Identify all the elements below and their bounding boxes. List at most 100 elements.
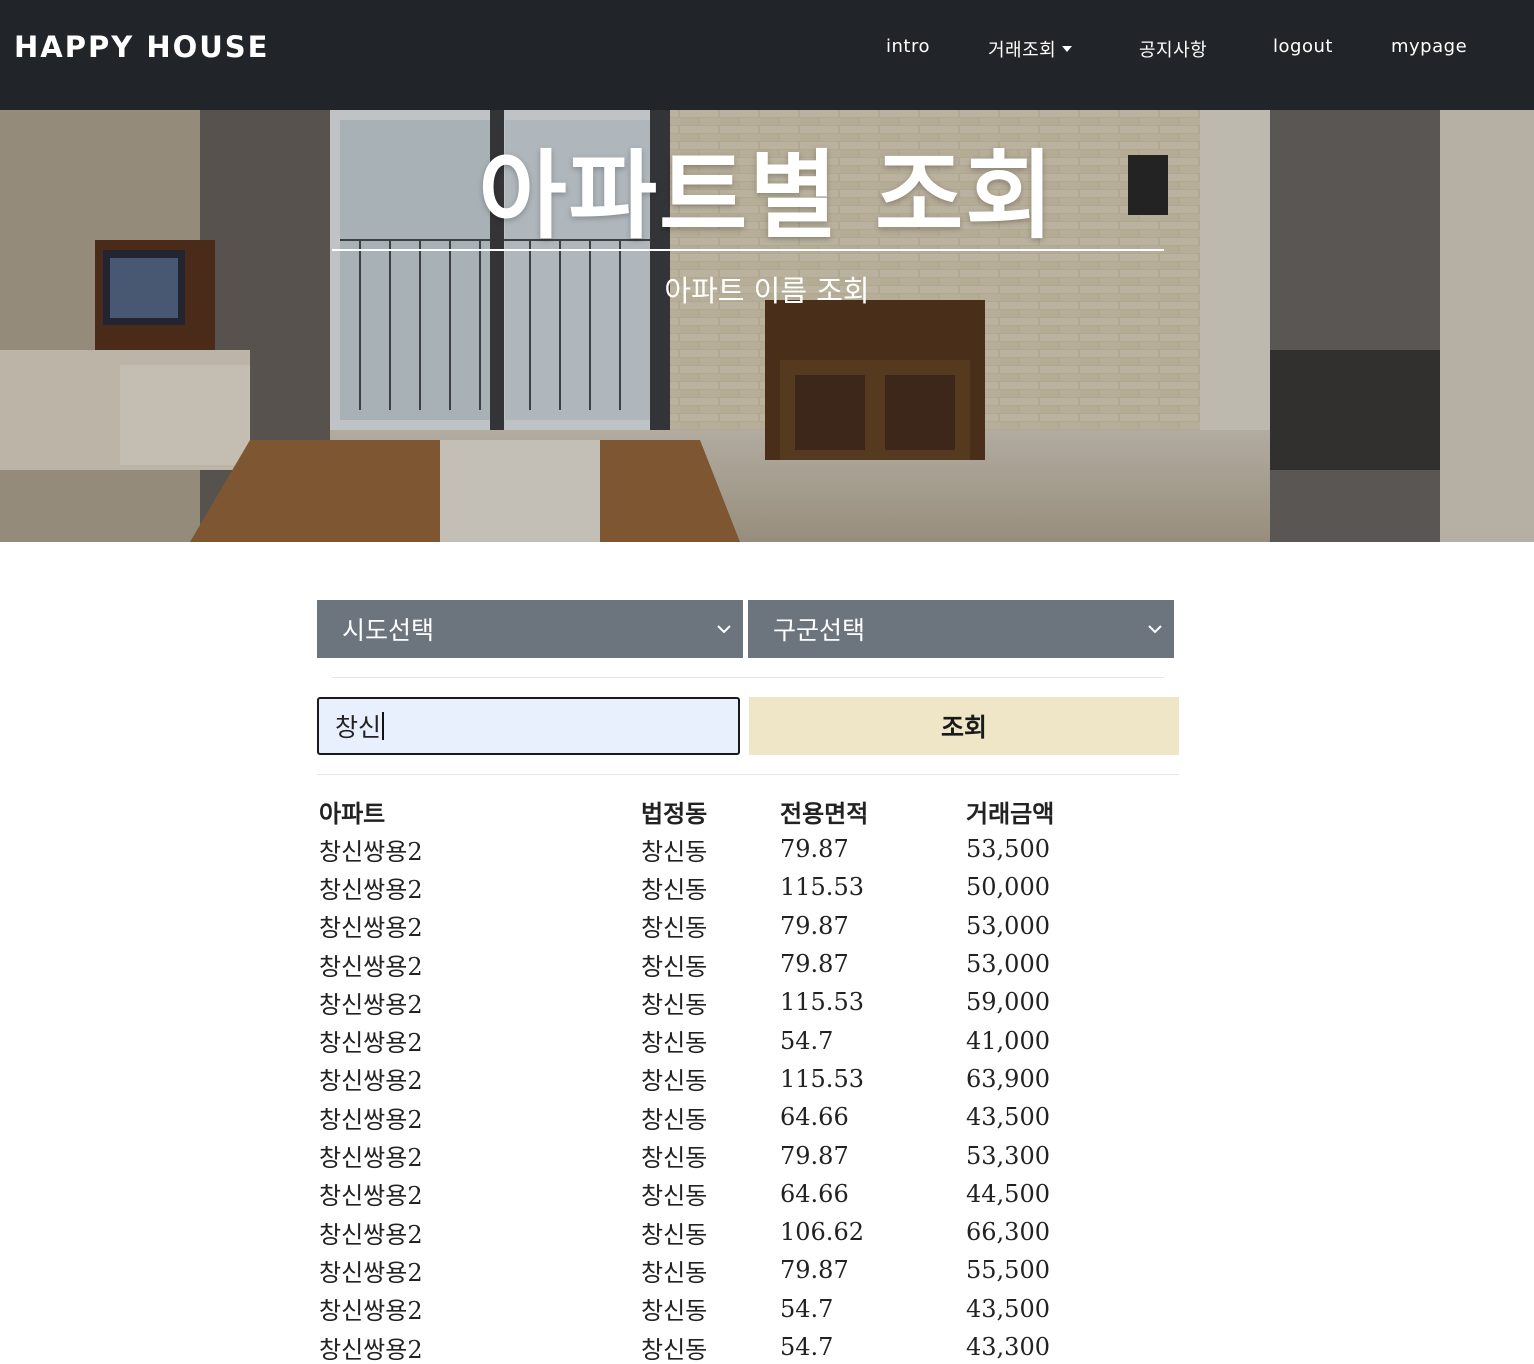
area-cell: 54.7 xyxy=(780,1333,834,1361)
table-row: 창신쌍용2 창신동 106.62 66,300 xyxy=(319,1213,1179,1251)
hero-divider xyxy=(332,249,1164,251)
divider xyxy=(332,677,1164,678)
apartment-search-input[interactable]: 창신 xyxy=(317,697,740,755)
apartment-name-cell: 창신쌍용2 xyxy=(319,1220,423,1249)
apartment-name-cell: 창신쌍용2 xyxy=(319,837,423,866)
page-title: 아파트별 조회 xyxy=(478,140,1056,252)
dong-cell: 창신동 xyxy=(641,837,708,866)
table-row: 창신쌍용2 창신동 79.87 53,000 xyxy=(319,907,1179,945)
area-cell: 79.87 xyxy=(780,1141,849,1170)
dong-cell: 창신동 xyxy=(641,1297,708,1326)
area-cell: 79.87 xyxy=(780,1256,849,1285)
table-row: 창신쌍용2 창신동 79.87 55,500 xyxy=(319,1251,1179,1289)
table-header: 아파트 법정동 전용면적 거래금액 xyxy=(319,792,1179,830)
results-table: 아파트 법정동 전용면적 거래금액 창신쌍용2 창신동 79.87 53,500 창신쌍… xyxy=(319,792,1179,1364)
dong-cell: 창신동 xyxy=(641,1258,708,1287)
apartment-name-cell: 창신쌍용2 xyxy=(319,914,423,943)
search-input-value: 창신 xyxy=(335,713,382,742)
price-cell: 53,500 xyxy=(966,835,1050,864)
table-row: 창신쌍용2 창신동 79.87 53,300 xyxy=(319,1136,1179,1174)
price-cell: 50,000 xyxy=(966,873,1050,902)
apartment-name-cell: 창신쌍용2 xyxy=(319,1029,423,1058)
price-cell: 44,500 xyxy=(966,1179,1050,1208)
dong-cell: 창신동 xyxy=(641,1029,708,1058)
dong-cell: 창신동 xyxy=(641,914,708,943)
text-cursor xyxy=(382,712,385,740)
area-cell: 54.7 xyxy=(780,1294,834,1323)
dong-cell: 창신동 xyxy=(641,1220,708,1249)
area-cell: 54.7 xyxy=(780,1026,834,1055)
price-cell: 66,300 xyxy=(966,1218,1050,1247)
dong-cell: 창신동 xyxy=(641,1144,708,1173)
dong-cell: 창신동 xyxy=(641,1335,708,1364)
table-row: 창신쌍용2 창신동 115.53 59,000 xyxy=(319,983,1179,1021)
nav-transaction-dropdown[interactable]: 거래조회 xyxy=(988,36,1073,62)
price-cell: 59,000 xyxy=(966,988,1050,1017)
column-header-apartment: 아파트 xyxy=(319,799,386,828)
sido-select[interactable]: 시도선택 xyxy=(317,600,743,658)
apartment-name-cell: 창신쌍용2 xyxy=(319,1105,423,1134)
nav-notice[interactable]: 공지사항 xyxy=(1139,36,1207,62)
nav-logout[interactable]: logout xyxy=(1273,36,1333,57)
nav-transaction-label: 거래조회 xyxy=(988,40,1057,61)
column-header-area: 전용면적 xyxy=(780,799,869,828)
apartment-name-cell: 창신쌍용2 xyxy=(319,1335,423,1364)
price-cell: 53,000 xyxy=(966,911,1050,940)
price-cell: 63,900 xyxy=(966,1064,1050,1093)
table-row: 창신쌍용2 창신동 64.66 43,500 xyxy=(319,1098,1179,1136)
area-cell: 115.53 xyxy=(780,873,864,902)
apartment-name-cell: 창신쌍용2 xyxy=(319,875,423,904)
nav-intro[interactable]: intro xyxy=(886,36,930,57)
table-body: 창신쌍용2 창신동 79.87 53,500 창신쌍용2 창신동 115.53 50,000 창… xyxy=(319,830,1179,1364)
area-cell: 79.87 xyxy=(780,911,849,940)
table-row: 창신쌍용2 창신동 54.7 41,000 xyxy=(319,1021,1179,1059)
navbar: HAPPY HOUSE intro 거래조회 공지사항 logout mypag… xyxy=(0,0,1534,110)
dong-cell: 창신동 xyxy=(641,952,708,981)
area-cell: 106.62 xyxy=(780,1218,864,1247)
price-cell: 41,000 xyxy=(966,1026,1050,1055)
apartment-name-cell: 창신쌍용2 xyxy=(319,1144,423,1173)
area-cell: 79.87 xyxy=(780,950,849,979)
gugun-select-value: 구군선택 xyxy=(773,616,866,645)
column-header-price: 거래금액 xyxy=(966,799,1055,828)
table-row: 창신쌍용2 창신동 79.87 53,500 xyxy=(319,830,1179,868)
dong-cell: 창신동 xyxy=(641,1067,708,1096)
nav-mypage[interactable]: mypage xyxy=(1391,36,1467,57)
apartment-name-cell: 창신쌍용2 xyxy=(319,1067,423,1096)
chevron-down-icon xyxy=(717,625,731,634)
chevron-down-icon xyxy=(1148,625,1162,634)
table-row: 창신쌍용2 창신동 54.7 43,300 xyxy=(319,1328,1179,1364)
dong-cell: 창신동 xyxy=(641,875,708,904)
gugun-select[interactable]: 구군선택 xyxy=(748,600,1174,658)
dong-cell: 창신동 xyxy=(641,1182,708,1211)
dong-cell: 창신동 xyxy=(641,1105,708,1134)
table-row: 창신쌍용2 창신동 54.7 43,500 xyxy=(319,1290,1179,1328)
area-cell: 115.53 xyxy=(780,988,864,1017)
price-cell: 55,500 xyxy=(966,1256,1050,1285)
area-cell: 64.66 xyxy=(780,1103,849,1132)
apartment-name-cell: 창신쌍용2 xyxy=(319,1182,423,1211)
price-cell: 53,300 xyxy=(966,1141,1050,1170)
apartment-name-cell: 창신쌍용2 xyxy=(319,952,423,981)
price-cell: 43,500 xyxy=(966,1294,1050,1323)
sido-select-value: 시도선택 xyxy=(342,616,435,645)
caret-down-icon xyxy=(1062,46,1073,52)
price-cell: 53,000 xyxy=(966,950,1050,979)
divider xyxy=(317,774,1179,775)
table-row: 창신쌍용2 창신동 115.53 50,000 xyxy=(319,868,1179,906)
dong-cell: 창신동 xyxy=(641,990,708,1019)
table-row: 창신쌍용2 창신동 64.66 44,500 xyxy=(319,1175,1179,1213)
apartment-name-cell: 창신쌍용2 xyxy=(319,990,423,1019)
area-cell: 115.53 xyxy=(780,1064,864,1093)
search-button[interactable]: 조회 xyxy=(749,697,1179,755)
table-row: 창신쌍용2 창신동 115.53 63,900 xyxy=(319,1060,1179,1098)
table-row: 창신쌍용2 창신동 79.87 53,000 xyxy=(319,945,1179,983)
apartment-name-cell: 창신쌍용2 xyxy=(319,1297,423,1326)
price-cell: 43,300 xyxy=(966,1333,1050,1361)
column-header-dong: 법정동 xyxy=(641,799,708,828)
page-subtitle: 아파트 이름 조회 xyxy=(664,274,870,308)
brand-logo[interactable]: HAPPY HOUSE xyxy=(14,30,270,64)
price-cell: 43,500 xyxy=(966,1103,1050,1132)
apartment-name-cell: 창신쌍용2 xyxy=(319,1258,423,1287)
area-cell: 64.66 xyxy=(780,1179,849,1208)
